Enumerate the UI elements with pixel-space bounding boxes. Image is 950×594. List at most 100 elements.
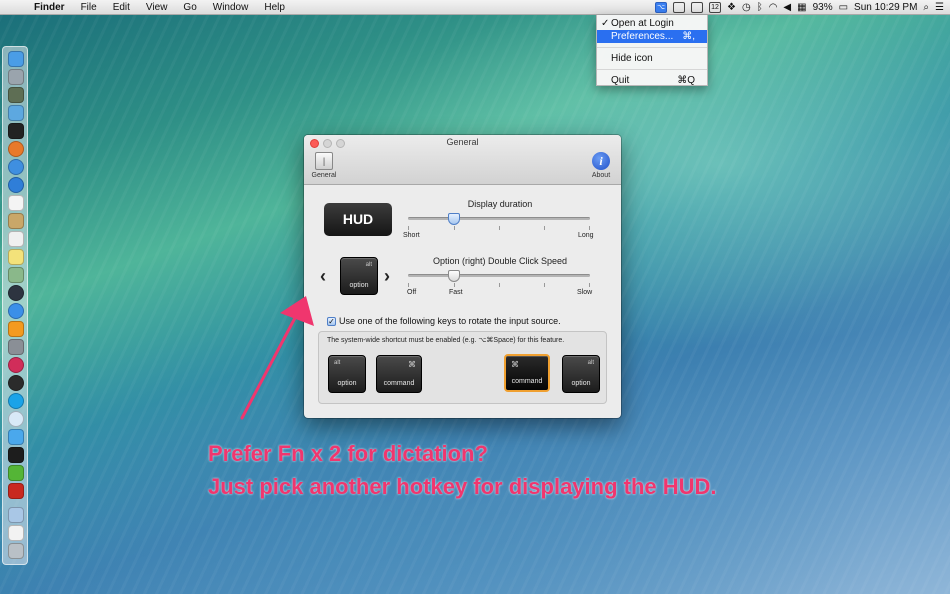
status-area: ⌥ 12 ❖ ◷ ᛒ ◠ ◀ ▦ 93% ▭ Sun 10:29 PM ⌕ ☰	[654, 0, 944, 15]
slider-tick	[454, 283, 455, 287]
quicktime-icon[interactable]	[8, 285, 24, 301]
key-top-label: alt	[334, 360, 341, 366]
messages-icon[interactable]	[8, 411, 24, 427]
preview-icon[interactable]	[8, 267, 24, 283]
hotkey-left-option[interactable]: alt option	[328, 355, 366, 393]
menu-separator	[597, 47, 707, 48]
key-selector-option[interactable]: alt option	[340, 257, 378, 295]
evernote-icon[interactable]	[8, 465, 24, 481]
slider-tick	[499, 226, 500, 230]
xcode-icon[interactable]	[8, 105, 24, 121]
hotkey-right-option[interactable]: alt option	[562, 355, 600, 393]
slider-thumb[interactable]	[447, 213, 460, 225]
menu-finder[interactable]: Finder	[26, 0, 73, 15]
dock	[2, 46, 28, 565]
menu-help[interactable]: Help	[256, 0, 293, 15]
menu-view[interactable]: View	[138, 0, 176, 15]
skype-icon[interactable]	[8, 393, 24, 409]
chrome-icon[interactable]	[8, 177, 24, 193]
command-icon: ⌘	[511, 360, 519, 369]
wifi-icon[interactable]: ◠	[769, 0, 778, 15]
slider-tick	[589, 226, 590, 230]
next-key-arrow[interactable]: ›	[384, 267, 390, 285]
finder-icon[interactable]	[8, 51, 24, 67]
slider-thumb[interactable]	[447, 270, 460, 282]
hotkey-left-command[interactable]: ⌘ command	[376, 355, 422, 393]
toolbar-general-button[interactable]: | General	[309, 152, 339, 182]
menu-item-label: Hide icon	[611, 53, 653, 64]
dropbox-icon[interactable]: ❖	[727, 0, 736, 15]
menu-edit[interactable]: Edit	[105, 0, 138, 15]
menu-window[interactable]: Window	[205, 0, 257, 15]
screen-icon[interactable]	[690, 2, 703, 13]
system-preferences-icon[interactable]	[8, 339, 24, 355]
folder-icon[interactable]	[8, 507, 24, 523]
slider-tick	[544, 226, 545, 230]
menu-go[interactable]: Go	[175, 0, 204, 15]
double-click-fast-label: Fast	[449, 289, 463, 296]
acrobat-icon[interactable]	[8, 483, 24, 499]
slider-tick	[499, 283, 500, 287]
notes-icon[interactable]	[8, 249, 24, 265]
battery-icon[interactable]: ▭	[839, 0, 848, 15]
calendar-app-icon[interactable]	[8, 195, 24, 211]
caption-line-2: Just pick another hotkey for displaying …	[208, 474, 717, 499]
activity-monitor-icon[interactable]	[8, 447, 24, 463]
slider-tick	[408, 226, 409, 230]
launchpad-icon[interactable]	[8, 69, 24, 85]
battery-percent: 93%	[812, 2, 833, 13]
firefox-icon[interactable]	[8, 141, 24, 157]
key-name: command	[383, 380, 415, 387]
volume-icon[interactable]: ◀	[783, 0, 791, 15]
menu-item-open-at-login[interactable]: ✓ Open at Login	[597, 17, 707, 30]
notification-center-icon[interactable]: ☰	[935, 0, 944, 15]
previous-key-arrow[interactable]: ‹	[320, 267, 326, 285]
menu-separator	[597, 69, 707, 70]
menu-file[interactable]: File	[73, 0, 105, 15]
app-status-icon[interactable]: ⌥	[654, 2, 667, 13]
double-click-slow-label: Slow	[577, 289, 593, 296]
shortcut-note: The system-wide shortcut must be enabled…	[327, 337, 565, 344]
flag-icon[interactable]: ▦	[797, 0, 806, 15]
clock[interactable]: Sun 10:29 PM	[854, 2, 917, 13]
airplay-icon[interactable]	[672, 2, 685, 13]
bluetooth-icon[interactable]: ᛒ	[757, 0, 763, 15]
display-duration-title: Display duration	[467, 199, 533, 209]
checkmark-icon: ✓	[601, 18, 610, 29]
lips-app-icon[interactable]	[8, 357, 24, 373]
terminal-icon[interactable]	[8, 123, 24, 139]
appstore-icon[interactable]	[8, 303, 24, 319]
menu-item-hide-icon[interactable]: Hide icon	[597, 52, 707, 65]
hotkey-right-command[interactable]: ⌘ command	[504, 354, 550, 392]
ibooks-icon[interactable]	[8, 321, 24, 337]
menu-item-label: Open at Login	[611, 18, 674, 29]
textedit-icon[interactable]	[8, 231, 24, 247]
info-icon: i	[592, 152, 610, 170]
toolbar-general-label: General	[311, 172, 337, 179]
safari-icon[interactable]	[8, 159, 24, 175]
contacts-icon[interactable]	[8, 213, 24, 229]
duration-min-label: Short	[403, 232, 420, 239]
document-icon[interactable]	[8, 525, 24, 541]
toolbar-about-button[interactable]: i About	[586, 152, 616, 182]
trash-icon[interactable]	[8, 543, 24, 559]
command-icon: ⌘	[408, 360, 416, 369]
menu-item-quit[interactable]: Quit ⌘Q	[597, 74, 707, 87]
slider-tick	[544, 283, 545, 287]
b-app-icon[interactable]	[8, 375, 24, 391]
rotate-input-checkbox[interactable]: ✓	[327, 317, 336, 326]
mission-control-icon[interactable]	[8, 87, 24, 103]
menu-item-label: Quit	[611, 75, 630, 86]
spotlight-icon[interactable]: ⌕	[923, 0, 929, 15]
slider-track	[408, 217, 590, 220]
slider-tick	[408, 283, 409, 287]
menu-item-preferences[interactable]: Preferences... ⌘,	[597, 30, 707, 43]
slider-tick	[454, 226, 455, 230]
window-titlebar[interactable]: General | General i About	[304, 135, 621, 185]
caption-line-1: Prefer Fn x 2 for dictation?	[208, 441, 488, 466]
twitter-icon[interactable]	[8, 429, 24, 445]
menu-bar: Finder File Edit View Go Window Help ⌥ 1…	[0, 0, 950, 15]
calendar-icon[interactable]: 12	[708, 2, 721, 13]
time-machine-icon[interactable]: ◷	[742, 0, 751, 15]
menu-item-shortcut: ⌘Q	[677, 75, 695, 86]
